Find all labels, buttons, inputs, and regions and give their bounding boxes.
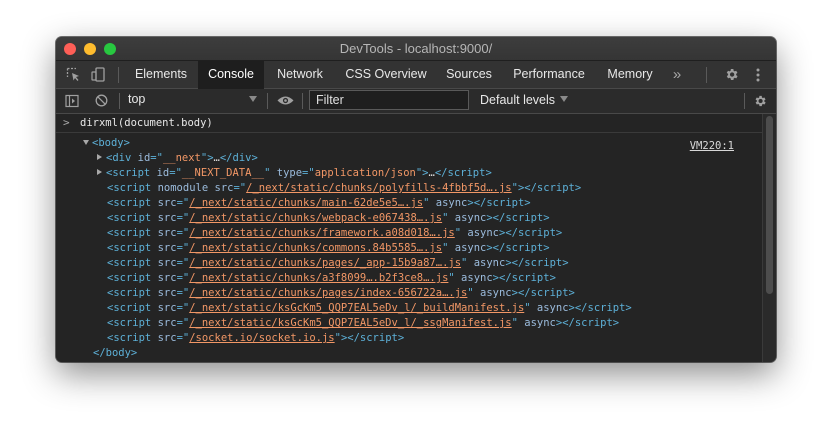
expand-arrow-icon[interactable] <box>83 140 89 145</box>
customize-menu-icon[interactable] <box>752 65 764 84</box>
console-settings-gear-icon[interactable] <box>752 91 768 110</box>
toolbar-divider <box>118 67 119 83</box>
device-toolbar-icon[interactable] <box>90 65 106 84</box>
tree-node-script[interactable]: <script src="/_next/static/ksGcKm5_QQP7E… <box>107 301 632 316</box>
console-output: > dirxml(document.body) VM220:1 <body> <… <box>56 114 762 362</box>
toolbar-divider <box>302 93 303 109</box>
script-src-link[interactable]: /socket.io/socket.io.js <box>189 332 334 344</box>
console-command-row: > dirxml(document.body) <box>56 114 762 133</box>
tab-sources[interactable]: Sources <box>436 61 502 88</box>
script-src-link[interactable]: /_next/static/chunks/commons.84b5585….js <box>189 242 442 254</box>
console-scrollbar[interactable] <box>762 114 776 362</box>
settings-gear-icon[interactable] <box>723 65 739 84</box>
chevron-down-icon <box>560 96 569 102</box>
script-src-link[interactable]: /_next/static/chunks/a3f8099….b2f3ce8….j… <box>189 272 448 284</box>
script-src-link[interactable]: /_next/static/chunks/polyfills-4fbbf5d….… <box>246 182 512 194</box>
javascript-context-select[interactable]: top <box>128 92 145 106</box>
tree-node-script[interactable]: <script src="/_next/static/chunks/common… <box>107 241 550 256</box>
log-levels-dropdown[interactable]: Default levels <box>480 93 569 107</box>
toolbar-divider <box>706 67 707 83</box>
tree-node-script[interactable]: <script src="/_next/static/chunks/pages/… <box>107 286 575 301</box>
toolbar-divider <box>119 93 120 109</box>
tab-network[interactable]: Network <box>264 61 336 88</box>
collapse-arrow-icon[interactable] <box>97 169 102 175</box>
tab-performance[interactable]: Performance <box>502 61 596 88</box>
tree-node-body[interactable]: <body> <box>83 136 130 151</box>
toolbar-divider <box>744 93 745 109</box>
console-toolbar: top Default levels <box>56 89 776 114</box>
tree-node-div-next[interactable]: <div id="__next">…</div> <box>96 151 258 166</box>
tree-node-script[interactable]: <script src="/_next/static/ksGcKm5_QQP7E… <box>107 316 619 331</box>
chevron-down-icon <box>249 96 257 102</box>
collapse-arrow-icon[interactable] <box>97 154 102 160</box>
tree-node-script[interactable]: <script src="/_next/static/chunks/framew… <box>107 226 562 241</box>
filter-input[interactable] <box>309 90 469 110</box>
log-levels-label: Default levels <box>480 93 556 107</box>
scrollbar-thumb[interactable] <box>766 116 773 294</box>
tab-elements[interactable]: Elements <box>124 61 198 88</box>
tree-node-script[interactable]: <script src="/_next/static/chunks/webpac… <box>107 211 550 226</box>
prompt-chevron-icon: > <box>63 116 70 129</box>
source-location-link[interactable]: VM220:1 <box>690 140 734 152</box>
script-src-link[interactable]: /_next/static/ksGcKm5_QQP7EAL5eDv_l/_ssg… <box>189 317 511 329</box>
tree-node-script[interactable]: <script src="/_next/static/chunks/a3f809… <box>107 271 556 286</box>
panel-tab-bar: Elements Console Network CSS Overview So… <box>56 61 776 90</box>
window-title: DevTools - localhost:9000/ <box>339 41 493 56</box>
tree-node-script[interactable]: <script src="/socket.io/socket.io.js"></… <box>107 331 404 346</box>
show-sidebar-icon[interactable] <box>64 91 80 110</box>
script-src-link[interactable]: /_next/static/chunks/framework.a08d018….… <box>189 227 455 239</box>
tree-node-script[interactable]: <script nomodule src="/_next/static/chun… <box>107 181 581 196</box>
tab-memory[interactable]: Memory <box>596 61 664 88</box>
tab-console[interactable]: Console <box>198 61 264 90</box>
eye-icon[interactable] <box>276 91 294 110</box>
inspect-element-icon[interactable] <box>65 65 81 84</box>
toolbar-divider <box>267 93 268 109</box>
script-src-link[interactable]: /_next/static/chunks/pages/index-656722a… <box>189 287 467 299</box>
clear-console-icon[interactable] <box>93 91 109 110</box>
tree-node-script[interactable]: <script src="/_next/static/chunks/pages/… <box>107 256 569 271</box>
title-bar: DevTools - localhost:9000/ <box>56 37 776 61</box>
tree-node-body-close: </body> <box>93 347 138 359</box>
tree-node-script[interactable]: <script src="/_next/static/chunks/main-6… <box>107 196 531 211</box>
more-tabs-button[interactable]: » <box>664 61 690 88</box>
console-command: dirxml(document.body) <box>80 117 213 129</box>
script-src-link[interactable]: /_next/static/chunks/main-62de5e5….js <box>189 197 423 209</box>
script-src-link[interactable]: /_next/static/chunks/webpack-e067438….js <box>189 212 442 224</box>
script-src-link[interactable]: /_next/static/chunks/pages/_app-15b9a87…… <box>189 257 461 269</box>
tree-node-next-data[interactable]: <script id="__NEXT_DATA__" type="applica… <box>96 166 492 181</box>
devtools-window: DevTools - localhost:9000/ Elements Cons… <box>56 37 776 362</box>
script-src-link[interactable]: /_next/static/ksGcKm5_QQP7EAL5eDv_l/_bui… <box>189 302 524 314</box>
tab-css-overview[interactable]: CSS Overview <box>336 61 436 88</box>
